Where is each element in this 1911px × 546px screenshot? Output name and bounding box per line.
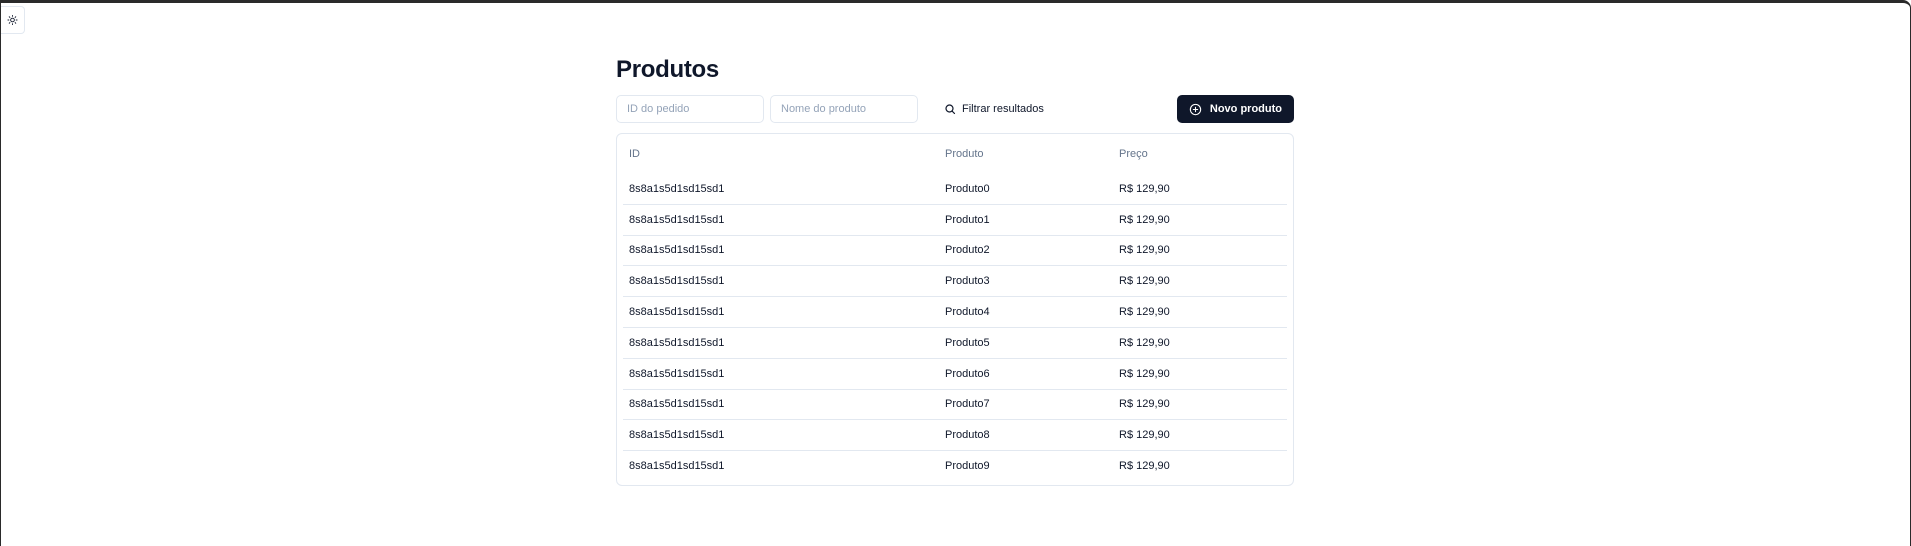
cell-price: R$ 129,90 [1113,234,1287,266]
cell-id: 8s8a1s5d1sd15sd1 [623,234,939,266]
new-product-label: Novo produto [1209,103,1282,115]
cell-product: Produto5 [939,326,1113,359]
cell-price: R$ 129,90 [1113,450,1287,481]
app-window: Produtos Filtrar resultados Novo produto [0,0,1911,546]
cell-product: Produto0 [945,182,990,195]
table-row[interactable]: 8s8a1s5d1sd15sd1 Produto3 R$ 129,90 [623,265,1287,297]
table-row[interactable]: 8s8a1s5d1sd15sd1 Produto9 R$ 129,90 [623,450,1287,481]
cell-id: 8s8a1s5d1sd15sd1 [623,419,939,451]
filter-results-label: Filtrar resultados [962,103,1044,115]
table-header-row: ID Produto Preço [623,134,1287,174]
cell-product: Produto4 [939,296,1113,328]
search-icon [945,104,956,115]
cell-price: R$ 129,90 [1113,419,1287,451]
cell-id: 8s8a1s5d1sd15sd1 [623,450,939,481]
products-table-container: ID Produto Preço 8s8a1s5d1sd15sd1 Produt… [616,133,1294,486]
column-header-product: Produto [945,148,984,160]
cell-price: R$ 129,90 [1113,203,1287,236]
cell-product: Produto9 [939,450,1113,481]
table-row[interactable]: 8s8a1s5d1sd15sd1 Produto0 R$ 129,90 [623,174,1287,204]
cell-id: 8s8a1s5d1sd15sd1 [623,388,939,420]
cell-product: Produto6 [939,357,1113,390]
page-title: Produtos [616,56,719,83]
order-id-input[interactable] [616,95,764,123]
cell-product: Produto8 [939,419,1113,451]
cell-product: Produto2 [939,234,1113,266]
cell-id: 8s8a1s5d1sd15sd1 [623,203,939,236]
table-row[interactable]: 8s8a1s5d1sd15sd1 Produto4 R$ 129,90 [623,296,1287,328]
cell-id: 8s8a1s5d1sd15sd1 [623,296,939,328]
products-page: Produtos Filtrar resultados Novo produto [616,53,1294,486]
table-row[interactable]: 8s8a1s5d1sd15sd1 Produto2 R$ 129,90 [623,234,1287,266]
cell-price: R$ 129,90 [1113,357,1287,390]
cell-price: R$ 129,90 [1113,388,1287,420]
new-product-button[interactable]: Novo produto [1176,95,1294,123]
cell-price: R$ 129,90 [1113,265,1287,297]
cell-price: R$ 129,90 [1119,182,1170,195]
cell-price: R$ 129,90 [1113,296,1287,328]
column-header-price: Preço [1119,148,1148,160]
theme-toggle-button[interactable] [1,6,25,34]
plus-circle-icon [1189,103,1202,115]
product-name-input[interactable] [770,95,918,123]
table-row[interactable]: 8s8a1s5d1sd15sd1 Produto5 R$ 129,90 [623,326,1287,359]
filter-toolbar: Filtrar resultados Novo produto [616,95,1294,125]
cell-product: Produto7 [939,388,1113,420]
table-row[interactable]: 8s8a1s5d1sd15sd1 Produto1 R$ 129,90 [623,203,1287,236]
table-row[interactable]: 8s8a1s5d1sd15sd1 Produto7 R$ 129,90 [623,388,1287,420]
table-row[interactable]: 8s8a1s5d1sd15sd1 Produto6 R$ 129,90 [623,357,1287,390]
cell-id: 8s8a1s5d1sd15sd1 [623,265,939,297]
cell-id: 8s8a1s5d1sd15sd1 [623,326,939,359]
cell-id: 8s8a1s5d1sd15sd1 [629,182,725,195]
cell-product: Produto3 [939,265,1113,297]
cell-product: Produto1 [939,203,1113,236]
cell-id: 8s8a1s5d1sd15sd1 [623,357,939,390]
sun-icon [7,14,18,26]
column-header-id: ID [629,148,640,160]
table-row[interactable]: 8s8a1s5d1sd15sd1 Produto8 R$ 129,90 [623,419,1287,451]
cell-price: R$ 129,90 [1113,326,1287,359]
filter-results-button[interactable]: Filtrar resultados [936,95,1052,123]
products-table: ID Produto Preço 8s8a1s5d1sd15sd1 Produt… [623,134,1287,481]
